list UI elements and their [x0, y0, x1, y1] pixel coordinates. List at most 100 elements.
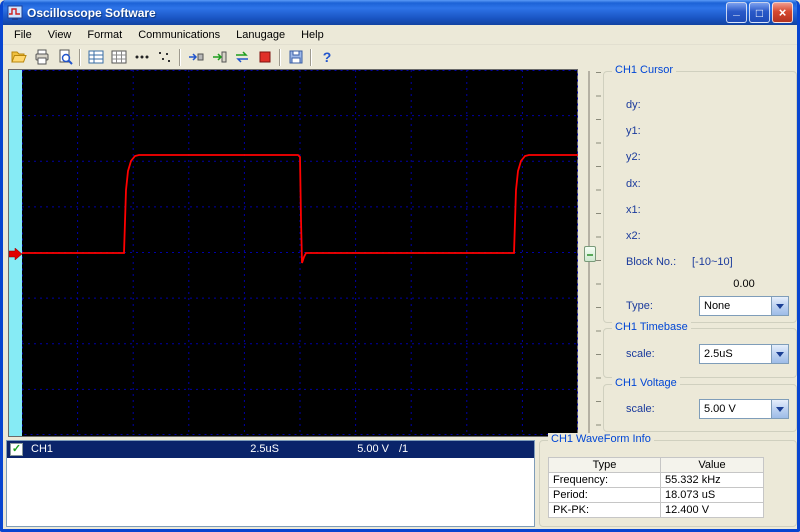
- trigger-marker[interactable]: [9, 248, 23, 260]
- grid-icon: [111, 50, 126, 64]
- cursor-panel: CH1 Cursor dy: y1: y2: dx: x1: x2: Block…: [603, 64, 797, 323]
- voltage-scale-label: scale:: [626, 403, 655, 415]
- connect-icon: [188, 53, 203, 61]
- voltage-panel-title: CH1 Voltage: [612, 377, 680, 389]
- menu-view[interactable]: View: [40, 27, 80, 43]
- cursor-type-value: None: [704, 300, 731, 312]
- titlebar[interactable]: Oscilloscope Software _ □ ×: [3, 0, 797, 25]
- timebase-scale-select[interactable]: 2.5uS: [699, 344, 789, 364]
- maximize-icon: □: [755, 5, 764, 20]
- dy-label: dy:: [626, 99, 641, 111]
- toolbar-separator: [310, 48, 312, 66]
- info-cell-value: 55.332 kHz: [660, 472, 764, 488]
- close-button[interactable]: ×: [772, 2, 793, 23]
- info-row-pkpk: PK-PK: 12.400 V: [548, 502, 764, 518]
- send-button[interactable]: [207, 46, 230, 68]
- info-cell-value: 12.400 V: [660, 502, 764, 518]
- info-col-value: Value: [660, 457, 764, 473]
- print-button[interactable]: [30, 46, 53, 68]
- stop-button[interactable]: [253, 46, 276, 68]
- dx-label: dx:: [626, 178, 641, 190]
- minimize-button[interactable]: _: [726, 2, 747, 23]
- y2-label: y2:: [626, 151, 641, 163]
- scope-display: [8, 69, 578, 437]
- sample-points-button[interactable]: [153, 46, 176, 68]
- channel-voltage: 5.00 V: [357, 443, 389, 455]
- slider-ticks: [596, 72, 601, 434]
- info-cell-label: Frequency:: [548, 472, 661, 488]
- open-button[interactable]: [7, 46, 30, 68]
- x1-label: x1:: [626, 204, 641, 216]
- chevron-down-icon[interactable]: [771, 400, 788, 418]
- send-icon: [212, 51, 226, 63]
- refresh-button[interactable]: [230, 46, 253, 68]
- timebase-scale-label: scale:: [626, 348, 655, 360]
- info-cell-label: Period:: [548, 487, 661, 503]
- svg-text:?: ?: [322, 49, 331, 65]
- scope-plot: [22, 70, 578, 435]
- close-icon: ×: [778, 5, 787, 20]
- timebase-scale-value: 2.5uS: [704, 348, 733, 360]
- waveform-info-title: CH1 WaveForm Info: [548, 433, 654, 445]
- acquire-dots-button[interactable]: [130, 46, 153, 68]
- menu-language[interactable]: Lanugage: [228, 27, 293, 43]
- app-window: Oscilloscope Software _ □ × File View Fo…: [0, 0, 800, 532]
- block-no-label: Block No.:: [626, 256, 677, 268]
- info-header-row: Type Value: [548, 457, 764, 473]
- info-col-type: Type: [548, 457, 661, 473]
- info-cell-label: PK-PK:: [548, 502, 661, 518]
- check-icon: ✓: [11, 443, 22, 455]
- menu-format[interactable]: Format: [79, 27, 130, 43]
- channel-name: CH1: [31, 443, 54, 455]
- window-title: Oscilloscope Software: [27, 5, 156, 20]
- minimize-icon: _: [733, 2, 740, 17]
- x2-label: x2:: [626, 230, 641, 242]
- printer-icon: [35, 49, 48, 65]
- grid-toggle-button[interactable]: [107, 46, 130, 68]
- chevron-down-icon[interactable]: [771, 345, 788, 363]
- stop-icon: [259, 51, 270, 63]
- maximize-button[interactable]: □: [749, 2, 770, 23]
- connect-button[interactable]: [184, 46, 207, 68]
- print-preview-icon: [59, 49, 73, 65]
- points-icon: [158, 52, 170, 62]
- info-cell-value: 18.073 uS: [660, 487, 764, 503]
- cursor-type-select[interactable]: None: [699, 296, 789, 316]
- block-range-label: [-10~10]: [692, 256, 733, 268]
- toolbar-separator: [279, 48, 281, 66]
- voltage-panel: CH1 Voltage scale: 5.00 V: [603, 377, 797, 432]
- help-button[interactable]: ?: [315, 46, 338, 68]
- channel-table-button[interactable]: [84, 46, 107, 68]
- cursor-panel-title: CH1 Cursor: [612, 64, 677, 76]
- export-save-icon: [289, 50, 302, 64]
- position-slider[interactable]: [584, 69, 601, 437]
- channel-probe: /1: [399, 443, 409, 455]
- waveform-info-table: Type Value Frequency: 55.332 kHz Period:…: [548, 457, 764, 518]
- waveform-info-panel: CH1 WaveForm Info Type Value Frequency: …: [539, 433, 797, 527]
- channel-checkbox[interactable]: ✓: [10, 443, 23, 456]
- toolbar-separator: [79, 48, 81, 66]
- info-row-frequency: Frequency: 55.332 kHz: [548, 472, 764, 488]
- app-icon: [7, 5, 23, 20]
- timebase-panel-title: CH1 Timebase: [612, 321, 691, 333]
- refresh-icon: [235, 51, 248, 63]
- channel-row[interactable]: ✓ CH1 2.5uS 5.00 V /1: [7, 441, 534, 458]
- toolbar: ?: [3, 45, 797, 69]
- menu-help[interactable]: Help: [293, 27, 332, 43]
- channel-timebase: 2.5uS: [250, 443, 279, 455]
- menu-file[interactable]: File: [6, 27, 40, 43]
- cursor-type-label: Type:: [626, 300, 653, 312]
- timebase-panel: CH1 Timebase scale: 2.5uS: [603, 321, 797, 378]
- menu-communications[interactable]: Communications: [130, 27, 228, 43]
- chevron-down-icon[interactable]: [771, 297, 788, 315]
- channel-table-icon: [88, 50, 103, 64]
- print-preview-button[interactable]: [53, 46, 76, 68]
- open-folder-icon: [10, 51, 27, 63]
- channel-list[interactable]: ✓ CH1 2.5uS 5.00 V /1: [6, 440, 535, 527]
- slider-handle[interactable]: [584, 246, 596, 262]
- toolbar-separator: [179, 48, 181, 66]
- voltage-scale-select[interactable]: 5.00 V: [699, 399, 789, 419]
- help-icon: ?: [322, 49, 331, 65]
- export-button[interactable]: [284, 46, 307, 68]
- y1-label: y1:: [626, 125, 641, 137]
